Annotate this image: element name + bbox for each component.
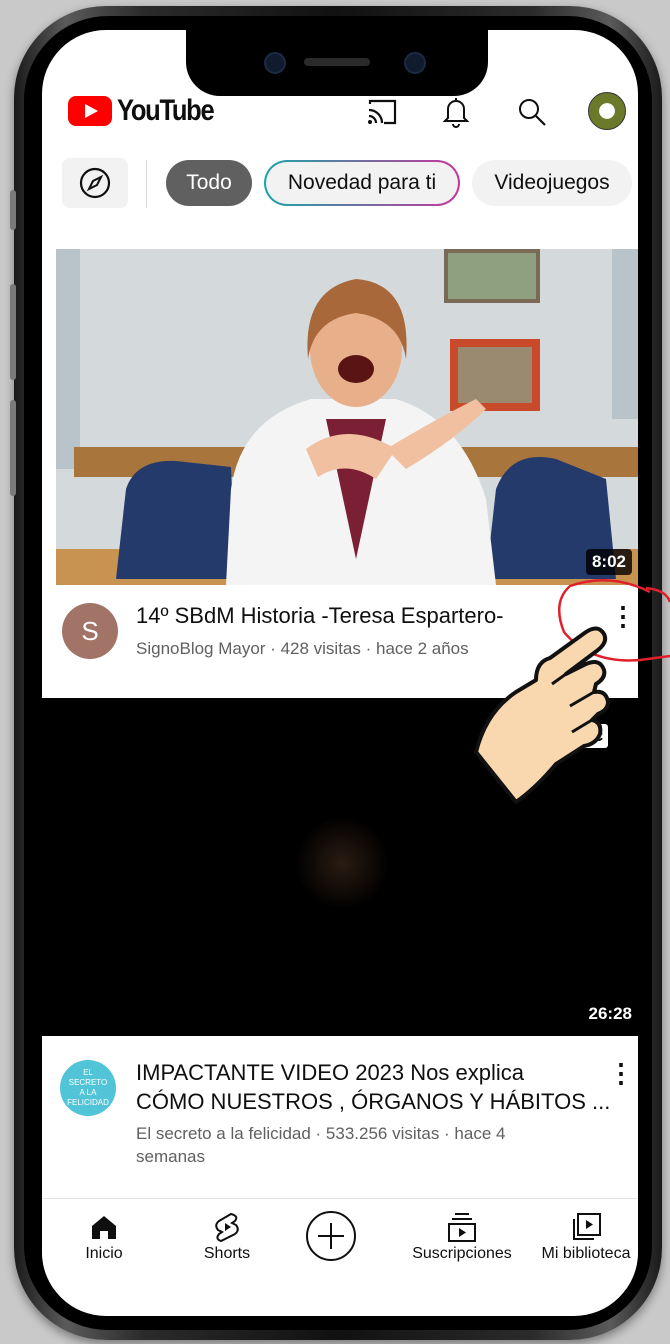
shorts-icon <box>215 1212 239 1243</box>
top-app-bar: YouTube <box>42 90 638 138</box>
face-sensor <box>404 52 426 74</box>
video-meta-line1: El secreto a la felicidad · 533.256 visi… <box>136 1124 506 1143</box>
subscriptions-icon <box>448 1213 476 1242</box>
library-icon <box>573 1213 601 1240</box>
nav-biblioteca[interactable]: Mi biblioteca <box>530 1209 638 1263</box>
chip-divider <box>146 160 147 208</box>
channel-avatar[interactable]: EL SECRETO A LA FELICIDAD <box>60 1060 116 1116</box>
nav-shorts[interactable]: Shorts <box>182 1209 272 1263</box>
front-camera <box>264 52 286 74</box>
youtube-logo[interactable]: YouTube <box>68 94 230 128</box>
side-button-mute <box>10 190 16 230</box>
plus-circle-icon <box>306 1211 356 1261</box>
filter-chips: Todo Novedad para ti Videojuegos <box>42 158 638 210</box>
thumbnail-image <box>56 249 638 585</box>
nav-suscripciones[interactable]: Suscripciones <box>406 1209 518 1263</box>
nav-label: Mi biblioteca <box>541 1245 631 1262</box>
search-icon[interactable] <box>514 94 550 130</box>
side-button-volume-up <box>10 284 16 380</box>
logo-text: YouTube <box>117 94 215 127</box>
more-options-icon[interactable]: ⋮ <box>608 1058 634 1089</box>
cast-icon[interactable] <box>364 94 400 130</box>
bell-icon[interactable] <box>438 94 474 130</box>
video-title-line2[interactable]: CÓMO NUESTROS , ÓRGANOS Y HÁBITOS ... <box>136 1087 610 1116</box>
video-title[interactable]: 14º SBdM Historia -Teresa Espartero- <box>136 601 504 630</box>
video-meta-line2: semanas <box>136 1147 205 1166</box>
chip-todo[interactable]: Todo <box>166 160 252 206</box>
home-icon <box>92 1216 116 1239</box>
nav-label: Shorts <box>203 1245 251 1262</box>
video-title-line1[interactable]: IMPACTANTE VIDEO 2023 Nos explica <box>136 1058 524 1087</box>
side-button-volume-down <box>10 400 16 496</box>
create-button[interactable] <box>304 1209 358 1268</box>
nav-label: Inicio <box>85 1245 123 1262</box>
nav-label: Suscripciones <box>412 1245 512 1262</box>
chip-videojuegos[interactable]: Videojuegos <box>472 160 632 206</box>
bottom-navigation: Inicio Shorts Suscripciones Mi bibliotec… <box>42 1198 638 1289</box>
explore-button[interactable] <box>62 158 128 208</box>
compass-icon <box>79 167 111 199</box>
nav-inicio[interactable]: Inicio <box>66 1209 142 1263</box>
chip-novedad[interactable]: Novedad para ti <box>264 160 460 206</box>
notch <box>186 30 488 96</box>
channel-avatar[interactable]: S <box>62 603 118 659</box>
account-avatar[interactable] <box>588 92 626 130</box>
video-meta: SignoBlog Mayor · 428 visitas · hace 2 a… <box>136 639 469 658</box>
video-info-2[interactable]: EL SECRETO A LA FELICIDAD IMPACTANTE VID… <box>42 1036 638 1196</box>
youtube-play-icon <box>68 96 112 126</box>
video-thumbnail-1[interactable]: 8:02 <box>56 249 638 585</box>
video-duration: 26:28 <box>588 1004 632 1023</box>
pointing-hand-icon <box>474 626 610 804</box>
speaker <box>304 58 370 66</box>
dark-glow <box>292 818 392 908</box>
